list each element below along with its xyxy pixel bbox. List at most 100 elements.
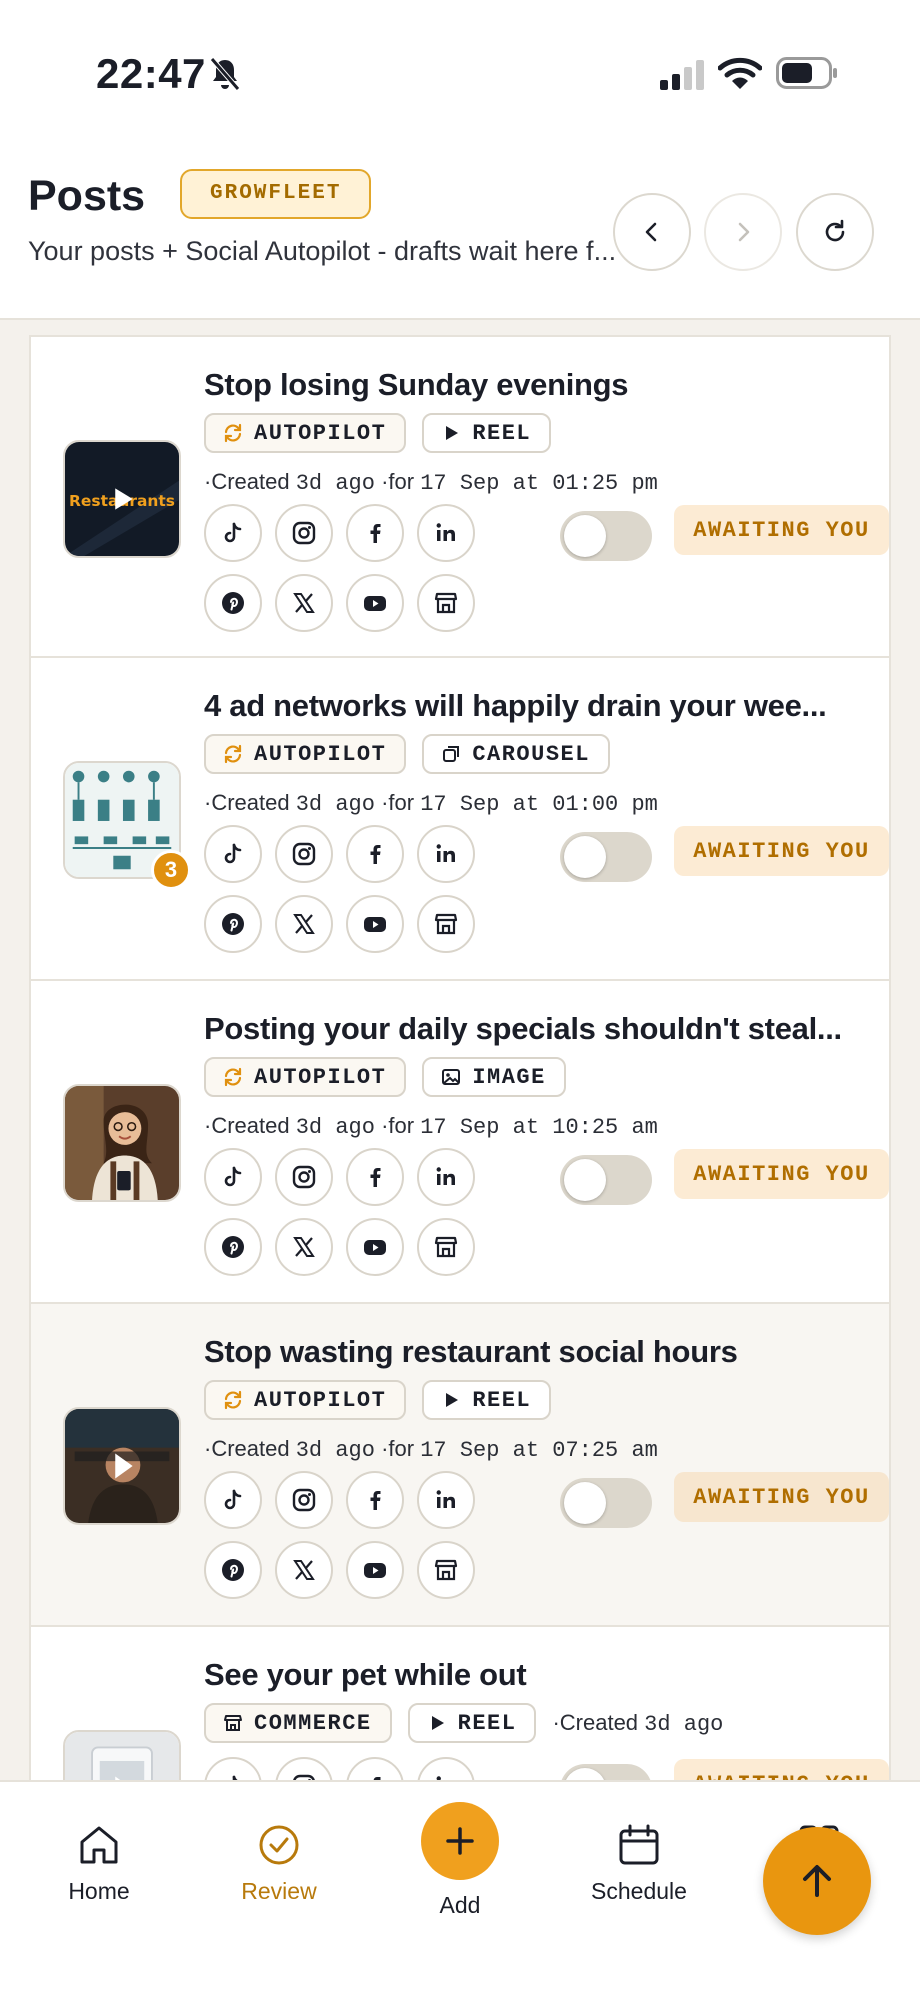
store-channel-button[interactable] [417,1541,475,1599]
post-list: Restaurants Stop losing Sunday evenings … [29,335,891,1950]
facebook-icon [370,524,381,543]
bell-muted-icon [210,57,240,91]
youtube-channel-button[interactable] [346,574,404,632]
arrow-up-icon [803,1865,831,1897]
toggle-knob [564,836,606,878]
post-tags: AUTOPILOT REEL [204,413,552,453]
pinterest-channel-button[interactable] [204,574,262,632]
pinterest-icon [222,592,244,614]
refresh-button[interactable] [796,193,874,271]
pinterest-channel-button[interactable] [204,1541,262,1599]
store-icon [434,1236,458,1258]
instagram-channel-button[interactable] [275,1471,333,1529]
x-channel-button[interactable] [275,895,333,953]
source-tag: AUTOPILOT [204,413,407,453]
facebook-channel-button[interactable] [346,504,404,562]
store-channel-button[interactable] [417,895,475,953]
page-header: Posts GROWFLEET Your posts + Social Auto… [0,130,920,320]
post-title[interactable]: See your pet while out [204,1657,864,1693]
store-channel-button[interactable] [417,574,475,632]
chevron-right-icon [738,222,750,242]
tiktok-icon [224,1166,242,1187]
battery-icon [776,57,837,89]
slide-count-badge: 3 [151,850,191,890]
pinterest-channel-button[interactable] [204,1218,262,1276]
x-channel-button[interactable] [275,1218,333,1276]
post-card[interactable]: Posting your daily specials shouldn't st… [29,981,891,1304]
facebook-channel-button[interactable] [346,1148,404,1206]
youtube-channel-button[interactable] [346,1541,404,1599]
pinterest-channel-button[interactable] [204,895,262,953]
previous-button[interactable] [613,193,691,271]
tiktok-channel-button[interactable] [204,1471,262,1529]
next-button[interactable] [704,193,782,271]
approve-toggle[interactable] [560,1155,652,1205]
source-tag: AUTOPILOT [204,1380,407,1420]
approve-toggle[interactable] [560,511,652,561]
video-thumbnail-image [65,1409,179,1523]
tiktok-channel-button[interactable] [204,504,262,562]
store-icon [434,592,458,614]
approve-toggle[interactable] [560,1478,652,1528]
instagram-icon [292,1488,316,1512]
post-title[interactable]: Stop losing Sunday evenings [204,367,864,403]
x-channel-button[interactable] [275,1541,333,1599]
check-circle-icon [259,1825,299,1865]
tiktok-channel-button[interactable] [204,1148,262,1206]
youtube-channel-button[interactable] [346,895,404,953]
nav-home[interactable]: Home [24,1822,174,1905]
post-card[interactable]: Restaurants Stop losing Sunday evenings … [29,335,891,658]
image-thumbnail [65,1086,179,1200]
post-meta: ·Created 3d ago ·for 17 Sep at 07:25 am [204,1436,658,1463]
facebook-icon [370,1168,381,1187]
linkedin-channel-button[interactable] [417,1148,475,1206]
post-card[interactable]: 3 4 ad networks will happily drain your … [29,658,891,981]
status-bar: 22:47 [0,0,920,130]
post-title[interactable]: Posting your daily specials shouldn't st… [204,1011,864,1047]
social-channels [204,825,484,953]
chevron-left-icon [645,222,657,242]
post-thumbnail[interactable] [63,1084,181,1202]
tiktok-icon [224,522,242,543]
store-channel-button[interactable] [417,1218,475,1276]
social-channels [204,1471,484,1599]
brand-badge: GROWFLEET [180,169,372,219]
nav-schedule[interactable]: Schedule [564,1822,714,1905]
instagram-channel-button[interactable] [275,1148,333,1206]
linkedin-channel-button[interactable] [417,825,475,883]
instagram-channel-button[interactable] [275,504,333,562]
refresh-icon [825,219,845,242]
nav-label: Review [241,1878,317,1904]
approve-toggle[interactable] [560,832,652,882]
status-badge: AWAITING YOU [674,1472,889,1522]
youtube-channel-button[interactable] [346,1218,404,1276]
instagram-channel-button[interactable] [275,825,333,883]
post-thumbnail[interactable] [63,1407,181,1525]
format-tag: CAROUSEL [422,734,610,774]
facebook-channel-button[interactable] [346,825,404,883]
add-button[interactable] [421,1802,499,1880]
facebook-channel-button[interactable] [346,1471,404,1529]
tiktok-icon [224,843,242,864]
post-thumbnail[interactable]: Restaurants [63,440,181,558]
nav-review[interactable]: Review [204,1822,354,1905]
post-meta: ·Created 3d ago [552,1709,724,1737]
x-icon [293,593,315,613]
nav-label: Home [68,1878,130,1904]
linkedin-icon [436,1490,455,1508]
youtube-icon [364,917,386,932]
tiktok-icon [224,1489,242,1510]
x-icon [293,1560,315,1580]
post-title[interactable]: 4 ad networks will happily drain your we… [204,688,864,724]
x-icon [293,1237,315,1257]
tiktok-channel-button[interactable] [204,825,262,883]
autopilot-icon [224,1067,242,1087]
social-channels [204,504,484,632]
linkedin-channel-button[interactable] [417,504,475,562]
linkedin-channel-button[interactable] [417,1471,475,1529]
x-channel-button[interactable] [275,574,333,632]
post-title[interactable]: Stop wasting restaurant social hours [204,1334,864,1370]
clock: 22:47 [96,50,206,97]
scroll-to-top-button[interactable] [763,1827,871,1935]
post-card[interactable]: Stop wasting restaurant social hours AUT… [29,1304,891,1627]
